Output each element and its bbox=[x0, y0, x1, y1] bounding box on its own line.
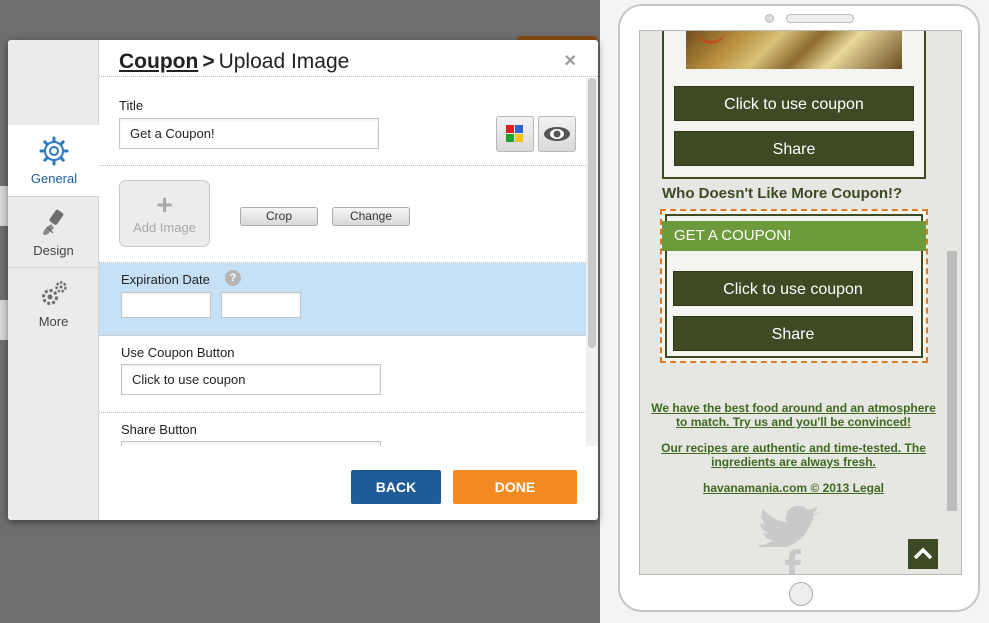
expiration-label: Expiration Date bbox=[121, 272, 210, 287]
footer-links[interactable]: havanamania.com © 2013 Legal bbox=[640, 481, 947, 495]
edit-modal: General Design More Coupon > Upload Image … bbox=[8, 40, 598, 520]
footer-text-2[interactable]: Our recipes are authentic and time-teste… bbox=[640, 441, 947, 469]
footer-text-1[interactable]: We have the best food around and an atmo… bbox=[640, 401, 947, 429]
footer-line: Our recipes are authentic and time-teste… bbox=[661, 441, 926, 455]
selected-coupon-card[interactable]: GET A COUPON! Click to use coupon Share bbox=[660, 209, 928, 363]
done-button[interactable]: DONE bbox=[453, 470, 577, 504]
title-label: Title bbox=[119, 98, 144, 113]
plus-icon: + bbox=[156, 189, 173, 220]
background-sliver bbox=[0, 186, 8, 226]
breadcrumb: Coupon > Upload Image bbox=[119, 50, 349, 74]
footer-line: We have the best food around and an atmo… bbox=[651, 401, 936, 415]
help-icon[interactable]: ? bbox=[225, 270, 241, 286]
modal-header: Coupon > Upload Image × bbox=[99, 40, 598, 77]
expiration-section: Expiration Date ? bbox=[99, 263, 586, 336]
nav-item-more[interactable]: More bbox=[8, 267, 99, 338]
side-nav: General Design More bbox=[8, 40, 100, 520]
eye-icon bbox=[544, 127, 570, 141]
share-label: Share Button bbox=[121, 422, 197, 437]
title-section: Title bbox=[99, 78, 586, 166]
phone-preview: Click to use coupon Share Who Doesn't Li… bbox=[618, 4, 980, 612]
facebook-icon[interactable] bbox=[780, 549, 806, 575]
expiration-start-input[interactable] bbox=[121, 292, 211, 318]
add-image-button[interactable]: + Add Image bbox=[119, 180, 210, 247]
paintbrush-icon bbox=[42, 209, 63, 235]
preview-scrollbar[interactable] bbox=[947, 251, 957, 511]
modal-footer: BACK DONE bbox=[99, 446, 598, 520]
image-section: + Add Image Crop Change bbox=[99, 166, 586, 263]
breadcrumb-coupon-link[interactable]: Coupon bbox=[119, 50, 198, 73]
twitter-icon[interactable] bbox=[756, 505, 826, 547]
scroll-thumb[interactable] bbox=[588, 78, 596, 348]
use-coupon-label: Use Coupon Button bbox=[121, 345, 235, 360]
share-button[interactable]: Share bbox=[674, 131, 914, 166]
nav-item-label: Design bbox=[33, 243, 74, 258]
gear-icon bbox=[39, 136, 69, 166]
crop-button[interactable]: Crop bbox=[240, 207, 318, 226]
use-coupon-input[interactable] bbox=[121, 364, 381, 395]
share-button[interactable]: Share bbox=[673, 316, 913, 351]
scroll-to-top-button[interactable] bbox=[908, 539, 938, 569]
footer-line: to match. Try us and you'll be convinced… bbox=[676, 415, 911, 429]
visibility-toggle-button[interactable] bbox=[538, 116, 576, 152]
coupon-title-banner: GET A COUPON! bbox=[662, 221, 926, 251]
color-picker-button[interactable] bbox=[496, 116, 534, 152]
add-image-label: Add Image bbox=[133, 220, 196, 235]
phone-screen: Click to use coupon Share Who Doesn't Li… bbox=[639, 30, 962, 575]
close-icon[interactable]: × bbox=[564, 50, 576, 73]
camera-icon bbox=[765, 14, 774, 23]
nav-item-design[interactable]: Design bbox=[8, 196, 99, 267]
section-heading: Who Doesn't Like More Coupon!? bbox=[662, 185, 903, 202]
footer-line: ingredients are always fresh. bbox=[711, 455, 876, 469]
form-area: Title + Add I bbox=[99, 78, 586, 446]
background-sliver bbox=[0, 300, 8, 340]
food-image bbox=[686, 31, 902, 69]
share-section: Share Button bbox=[99, 413, 586, 446]
breadcrumb-separator: > bbox=[202, 50, 215, 73]
form-scrollbar[interactable] bbox=[586, 78, 598, 446]
page-title: Upload Image bbox=[218, 50, 350, 73]
expiration-end-input[interactable] bbox=[221, 292, 301, 318]
nav-item-label: More bbox=[38, 314, 69, 329]
coupon-card: Click to use coupon Share bbox=[662, 31, 926, 179]
change-button[interactable]: Change bbox=[332, 207, 410, 226]
chevron-up-icon bbox=[913, 547, 933, 560]
home-button[interactable] bbox=[789, 582, 813, 606]
nav-item-general[interactable]: General bbox=[8, 125, 100, 196]
use-coupon-button[interactable]: Click to use coupon bbox=[674, 86, 914, 121]
nav-item-label: General bbox=[30, 171, 78, 186]
speaker-icon bbox=[786, 14, 854, 23]
use-coupon-button[interactable]: Click to use coupon bbox=[673, 271, 913, 306]
gears-icon bbox=[41, 281, 67, 305]
title-input[interactable] bbox=[119, 118, 379, 149]
back-button[interactable]: BACK bbox=[351, 470, 441, 504]
use-coupon-section: Use Coupon Button bbox=[99, 336, 586, 413]
color-grid-icon bbox=[506, 125, 523, 142]
